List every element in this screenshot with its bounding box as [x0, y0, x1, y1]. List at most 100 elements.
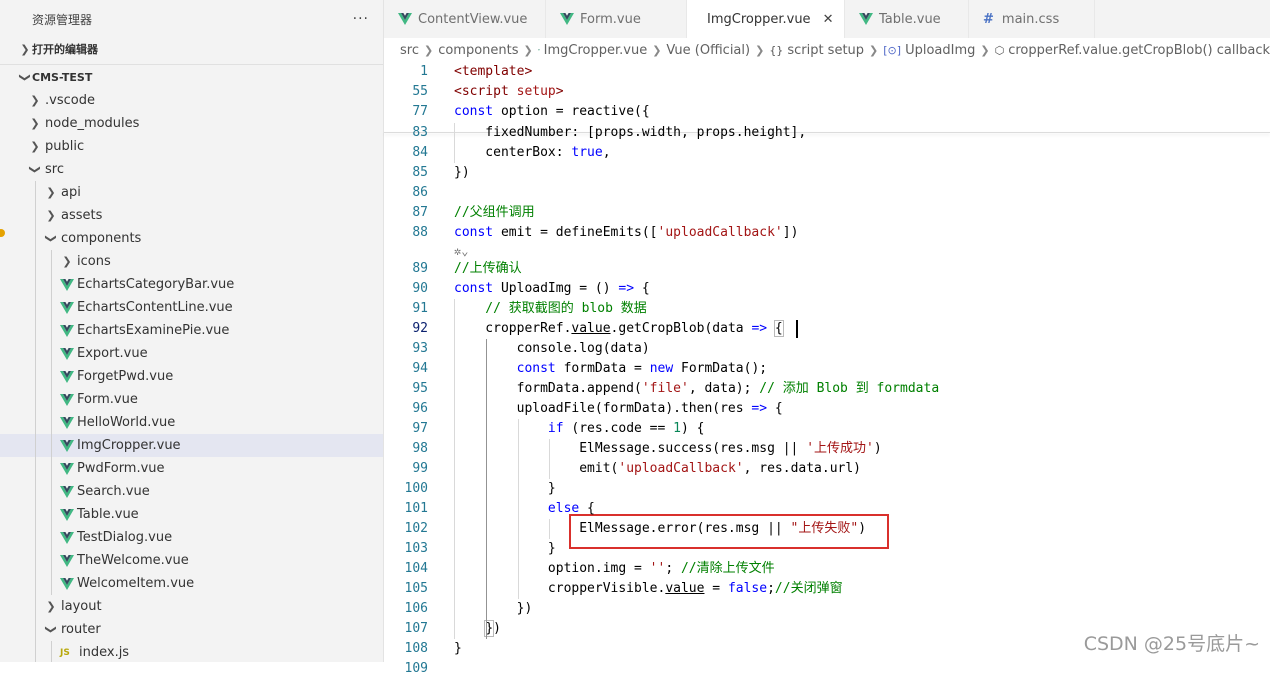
tree-item[interactable]: ❯ icons [0, 250, 383, 273]
breadcrumb-item[interactable]: components [438, 43, 518, 58]
tab-table-vue[interactable]: Table.vue [845, 0, 969, 38]
indent-guide [35, 273, 36, 296]
code-token: = [704, 581, 728, 596]
line-number: 100 [404, 481, 428, 496]
chevron-down-icon: ❯ [44, 233, 58, 244]
vue-file-icon [60, 577, 74, 590]
text-cursor [795, 320, 798, 338]
breadcrumb-item[interactable]: ImgCropper.vue [544, 43, 648, 58]
code-token: <script [454, 84, 517, 99]
tab-contentview-vue[interactable]: ContentView.vue [384, 0, 546, 38]
more-actions-icon[interactable]: ··· [353, 11, 369, 27]
chevron-right-icon: ❯ [652, 43, 662, 57]
code-token: fixedNumber: [props.width, props.height]… [454, 125, 807, 140]
tree-item[interactable]: ❯ router [0, 618, 383, 641]
indent-guide [454, 123, 455, 163]
tree-item[interactable]: Table.vue [0, 503, 383, 526]
explorer-sidebar: 资源管理器 ··· ❯ 打开的编辑器 ❯ CMS-TEST ❯ .vscode ❯ n… [0, 0, 384, 662]
tree-item[interactable]: EchartsContentLine.vue [0, 296, 383, 319]
file-tree: ❯ .vscode ❯ node_modules ❯ public ❯ src ❯ api ❯ ass… [0, 89, 383, 662]
tab-imgcropper-vue[interactable]: ImgCropper.vue ✕ [687, 0, 845, 38]
line-number: 96 [412, 401, 428, 416]
code-text: const option = reactive({ [454, 102, 650, 122]
project-section[interactable]: ❯ CMS-TEST [0, 64, 383, 89]
tree-item[interactable]: Form.vue [0, 388, 383, 411]
indent-guide [35, 411, 36, 434]
tab-label: ImgCropper.vue [707, 11, 811, 27]
indent-guide [51, 526, 52, 549]
tree-item[interactable]: ❯ api [0, 181, 383, 204]
code-token: false [727, 581, 768, 596]
code-token: } [454, 641, 462, 656]
tree-item-label: src [45, 162, 64, 177]
indent-guide [35, 204, 36, 227]
breadcrumb-item[interactable]: cropperRef.value.getCropBlob() callback [1008, 43, 1270, 58]
tree-item[interactable]: ❯ components [0, 227, 383, 250]
tree-item[interactable]: ForgetPwd.vue [0, 365, 383, 388]
code-text: uploadFile(formData).then(res => { [454, 399, 783, 419]
chevron-right-icon: ❯ [20, 42, 30, 56]
tab-form-vue[interactable]: Form.vue [546, 0, 687, 38]
code-editor[interactable]: 1 <template> 55 <script setup> 77 const optio… [384, 62, 1270, 676]
tree-item-label: node_modules [45, 116, 140, 131]
code-token: { [773, 320, 784, 337]
tree-item[interactable]: ❯ .vscode [0, 89, 383, 112]
vue-file-icon [60, 485, 74, 498]
code-token: }) [454, 165, 470, 180]
line-number: 103 [404, 541, 428, 556]
tree-item[interactable]: PwdForm.vue [0, 457, 383, 480]
open-editors-section[interactable]: ❯ 打开的编辑器 [0, 38, 383, 60]
tree-item-label: Export.vue [77, 346, 148, 361]
tree-item-label: index.js [79, 645, 130, 660]
indent-guide [35, 641, 36, 662]
tree-item[interactable]: ❯ public [0, 135, 383, 158]
breadcrumb-item[interactable]: script setup [787, 43, 864, 58]
code-text: }) [454, 619, 501, 639]
tree-item[interactable]: ❯ node_modules [0, 112, 383, 135]
vue-file-icon [60, 531, 74, 544]
chevron-down-icon: ❯ [28, 164, 42, 175]
tree-item[interactable]: TestDialog.vue [0, 526, 383, 549]
code-token: //父组件调用 [454, 205, 535, 220]
code-token: //关闭弹窗 [774, 581, 843, 596]
tree-item[interactable]: TheWelcome.vue [0, 549, 383, 572]
tree-item[interactable]: ❯ layout [0, 595, 383, 618]
breadcrumb-item[interactable]: Vue (Official) [666, 43, 750, 58]
code-token: uploadFile(formData).then(res [454, 401, 752, 416]
tree-item[interactable]: ❯ assets [0, 204, 383, 227]
code-line: 86 [384, 183, 1270, 203]
tree-item[interactable]: JS index.js [0, 641, 383, 662]
tree-item[interactable]: Search.vue [0, 480, 383, 503]
code-token: , data); [688, 381, 760, 396]
tree-item[interactable]: EchartsCategoryBar.vue [0, 273, 383, 296]
code-token: //清除上传文件 [680, 561, 775, 576]
code-token: => [751, 321, 768, 336]
breadcrumb-item[interactable]: src [400, 43, 419, 58]
line-number: 83 [412, 125, 428, 140]
tree-item[interactable]: EchartsExaminePie.vue [0, 319, 383, 342]
tree-item[interactable]: ❯ src [0, 158, 383, 181]
code-token: value [571, 321, 611, 336]
tree-item-label: assets [61, 208, 103, 223]
breadcrumb-item[interactable]: UploadImg [905, 43, 975, 58]
indent-guide [51, 388, 52, 411]
tree-item[interactable]: Export.vue [0, 342, 383, 365]
indent-guide [35, 480, 36, 503]
indent-guide [35, 549, 36, 572]
code-line: 95 formData.append('file', data); // 添加 … [384, 379, 1270, 399]
tree-item[interactable]: WelcomeItem.vue [0, 572, 383, 595]
tree-item[interactable]: HelloWorld.vue [0, 411, 383, 434]
indent-guide [51, 572, 52, 595]
watermark: CSDN @25号底片~ [1083, 633, 1260, 655]
sparkle-icon[interactable]: ✲⌄ [454, 241, 468, 261]
close-icon[interactable]: ✕ [823, 12, 834, 27]
code-token: const [454, 225, 494, 240]
indent-guide [549, 439, 551, 479]
code-token: emit( [454, 461, 619, 476]
tab-main-css[interactable]: # main.css [969, 0, 1095, 38]
tree-item-label: TestDialog.vue [77, 530, 173, 545]
tree-item[interactable]: ImgCropper.vue [0, 434, 383, 457]
code-token: formData.append( [454, 381, 642, 396]
